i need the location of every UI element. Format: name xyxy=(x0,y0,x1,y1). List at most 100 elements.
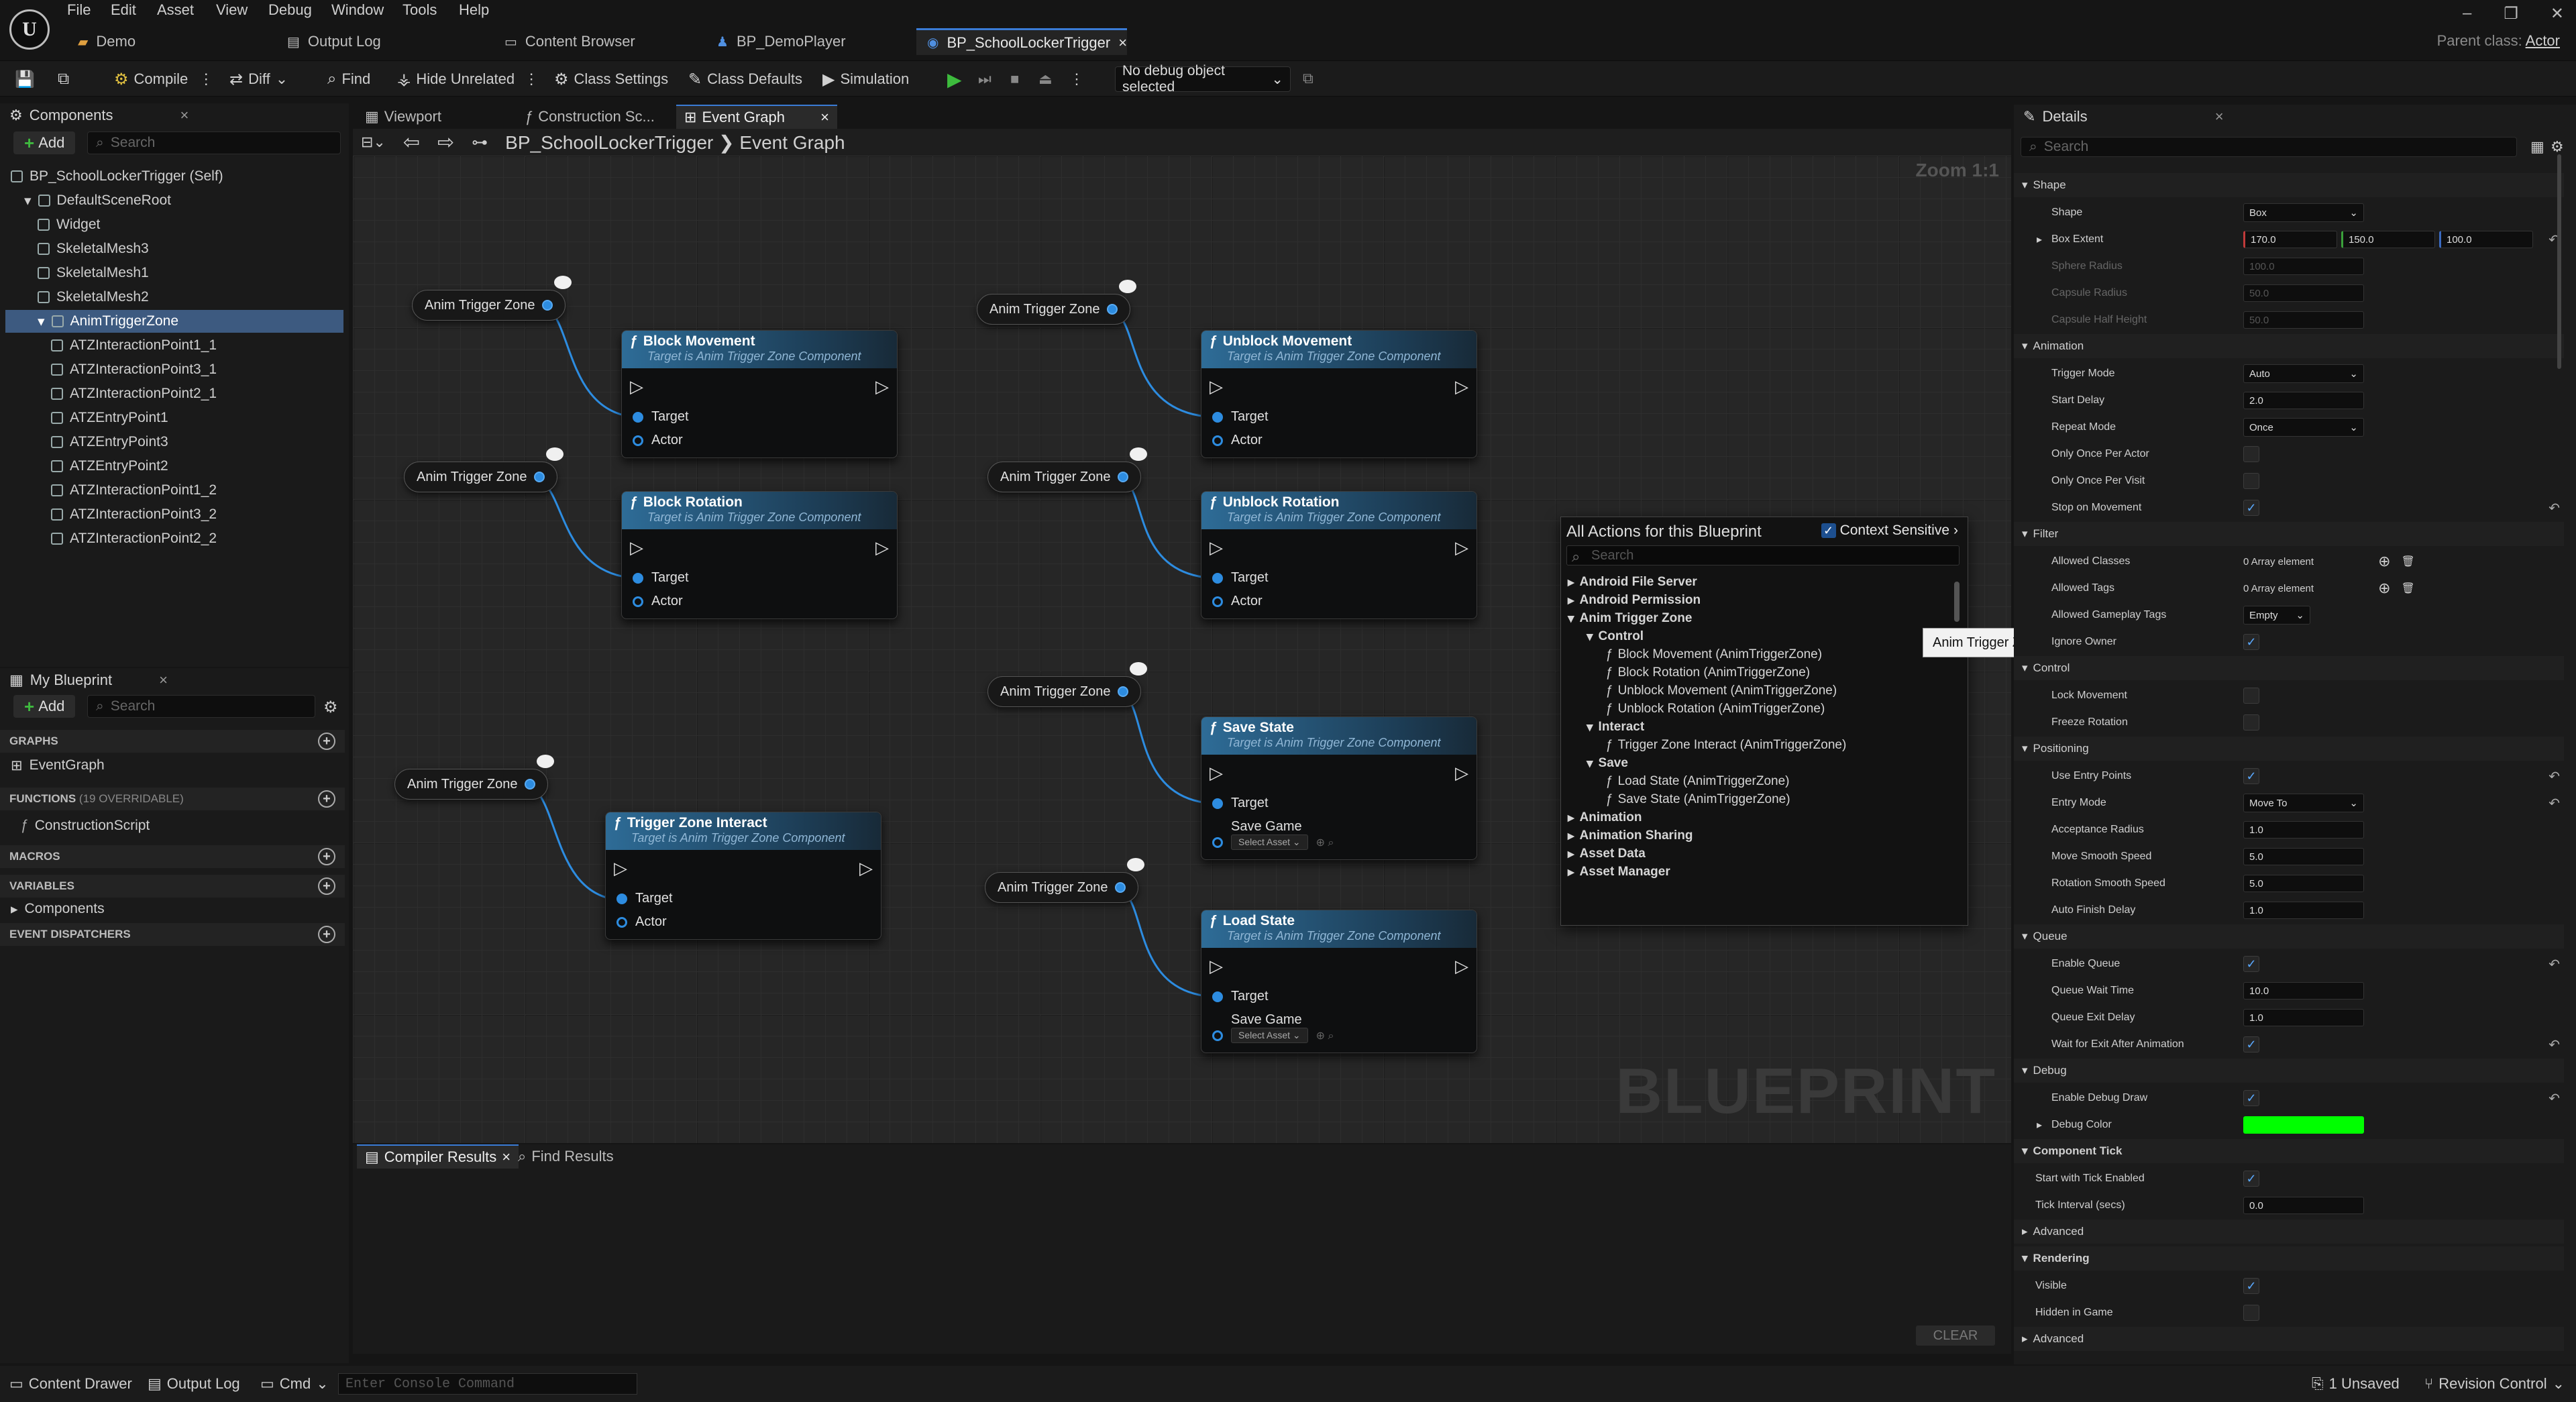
advanced-expander[interactable]: ▸ Advanced xyxy=(2014,1220,2564,1244)
unsaved-button[interactable]: ⎘ 1 Unsaved xyxy=(2312,1375,2400,1393)
exec-out-pin-icon[interactable]: ▷ xyxy=(875,376,889,397)
menu-view[interactable]: View xyxy=(216,1,248,19)
block-movement-node[interactable]: ƒ Block Movement Target is Anim Trigger Zo… xyxy=(621,330,898,458)
property-dropdown[interactable]: Once ⌄ xyxy=(2243,418,2364,437)
action-item[interactable]: ƒ Load State (AnimTriggerZone) xyxy=(1605,773,1790,790)
target-pin-row[interactable]: Target xyxy=(1201,405,1477,429)
select-asset-dropdown[interactable]: Select Asset ⌄ xyxy=(1231,834,1308,850)
component-tree-item[interactable]: ATZInteractionPoint1_2 xyxy=(5,479,343,502)
load-state-node[interactable]: ƒ Load State Target is Anim Trigger Zone C… xyxy=(1201,910,1477,1053)
anim-trigger-zone-node[interactable]: Anim Trigger Zone xyxy=(412,276,572,321)
component-tree-item[interactable]: Widget xyxy=(5,213,343,236)
anim-trigger-zone-node[interactable]: Anim Trigger Zone xyxy=(977,280,1136,325)
property-input[interactable]: 1.0 xyxy=(2243,902,2364,919)
components-category[interactable]: ▸ Components xyxy=(11,898,105,920)
actions-search-input[interactable]: Search xyxy=(1566,545,1960,565)
options-icon[interactable]: ⋮ xyxy=(524,70,539,88)
doc-tab-content-browser[interactable]: ▭ Content Browser xyxy=(494,28,646,55)
menu-edit[interactable]: Edit xyxy=(111,1,136,19)
details-section[interactable]: ▾ Control xyxy=(2014,656,2564,680)
close-icon[interactable]: × xyxy=(820,109,829,126)
menu-help[interactable]: Help xyxy=(459,1,489,19)
menu-window[interactable]: Window xyxy=(331,1,384,19)
exec-in-pin-icon[interactable]: ▷ xyxy=(630,376,643,397)
property-input[interactable]: 1.0 xyxy=(2243,1009,2364,1026)
details-section[interactable]: ▾ Shape xyxy=(2014,173,2564,197)
component-tree-item[interactable]: ATZInteractionPoint2_2 xyxy=(5,527,343,550)
back-arrow-icon[interactable]: ⇦ xyxy=(403,131,420,154)
action-category[interactable]: ▸ Android Permission xyxy=(1568,592,1701,609)
add-element-icon[interactable]: ⊕ xyxy=(2378,553,2390,570)
action-category[interactable]: ▸ Animation Sharing xyxy=(1568,827,1693,845)
action-category[interactable]: ▾ Save xyxy=(1587,755,1628,772)
details-section[interactable]: ▾ Queue xyxy=(2014,924,2564,949)
chevron-right-icon[interactable]: ▸ xyxy=(2037,233,2042,246)
details-scrollbar[interactable] xyxy=(2557,154,2561,369)
property-checkbox[interactable]: ✓ xyxy=(2243,1090,2259,1106)
menu-asset[interactable]: Asset xyxy=(157,1,194,19)
property-input[interactable]: 50.0 xyxy=(2243,284,2364,302)
save-button[interactable]: 💾 xyxy=(15,68,35,91)
exec-out-pin-icon[interactable]: ▷ xyxy=(1455,763,1468,784)
find-button[interactable]: ⌕ Find xyxy=(327,68,370,91)
unreal-logo-icon[interactable]: U xyxy=(9,9,50,50)
exec-out-pin-icon[interactable]: ▷ xyxy=(1455,376,1468,397)
play-options-button[interactable]: ⋮ xyxy=(1069,68,1084,91)
close-window-icon[interactable]: ✕ xyxy=(2551,4,2564,23)
output-log-button[interactable]: ▤ Output Log xyxy=(148,1375,240,1393)
anim-trigger-zone-node[interactable]: Anim Trigger Zone xyxy=(985,858,1144,903)
doc-tab-demo[interactable]: ▰ Demo xyxy=(67,28,146,55)
property-checkbox[interactable] xyxy=(2243,446,2259,462)
close-icon[interactable]: × xyxy=(2215,108,2224,125)
property-input[interactable]: 5.0 xyxy=(2243,875,2364,892)
add-graph-icon[interactable]: + xyxy=(318,733,335,750)
components-search-input[interactable]: ⌕ Search xyxy=(87,131,341,154)
step-button[interactable]: ⏭ xyxy=(978,68,991,91)
save-game-asset-row[interactable]: Select Asset ⌄ ⊕ ⌕ xyxy=(1201,834,1477,854)
exec-in-pin-icon[interactable]: ▷ xyxy=(1210,956,1223,977)
macros-section[interactable]: MACROS + xyxy=(0,845,345,868)
save-game-pin-row[interactable]: Save Game xyxy=(1201,1008,1477,1028)
unblock-rotation-node[interactable]: ƒ Unblock Rotation Target is Anim Trigger … xyxy=(1201,491,1477,619)
context-sensitive-toggle[interactable]: ✓ Context Sensitive › xyxy=(1821,523,1958,539)
use-asset-icon[interactable]: ⊕ ⌕ xyxy=(1316,1029,1334,1042)
output-pin[interactable] xyxy=(1117,472,1128,482)
menu-debug[interactable]: Debug xyxy=(268,1,312,19)
details-section[interactable]: ▾ Positioning xyxy=(2014,737,2564,761)
menu-tools[interactable]: Tools xyxy=(402,1,437,19)
reset-to-default-icon[interactable]: ↶ xyxy=(2548,795,2560,812)
settings-gear-icon[interactable]: ⚙ xyxy=(2551,138,2564,156)
details-search-input[interactable]: ⌕ Search xyxy=(2021,137,2517,157)
exec-in-pin-icon[interactable]: ▷ xyxy=(630,537,643,558)
property-input[interactable]: 100.0 xyxy=(2243,258,2364,275)
exec-out-pin-icon[interactable]: ▷ xyxy=(875,537,889,558)
settings-gear-icon[interactable]: ⚙ xyxy=(323,698,338,717)
compile-button[interactable]: ⚙ Compile ⋮ xyxy=(114,68,213,91)
diff-button[interactable]: ⇄ Diff ⌄ xyxy=(229,68,288,91)
exec-out-pin-icon[interactable]: ▷ xyxy=(1455,956,1468,977)
target-pin-row[interactable]: Target xyxy=(1201,566,1477,590)
exec-in-pin-icon[interactable]: ▷ xyxy=(614,858,627,879)
target-pin-row[interactable]: Target xyxy=(1201,792,1477,815)
action-category[interactable]: ▸ Asset Manager xyxy=(1568,863,1670,881)
reset-to-default-icon[interactable]: ↶ xyxy=(2548,500,2560,517)
action-category[interactable]: ▾ Anim Trigger Zone xyxy=(1568,610,1692,627)
variables-section[interactable]: VARIABLES + xyxy=(0,875,345,898)
property-checkbox[interactable]: ✓ xyxy=(2243,1278,2259,1294)
exec-out-pin-icon[interactable]: ▷ xyxy=(859,858,873,879)
target-pin-row[interactable]: Target xyxy=(1201,985,1477,1008)
anim-trigger-zone-node[interactable]: Anim Trigger Zone xyxy=(394,755,554,800)
action-item[interactable]: ƒ Trigger Zone Interact (AnimTriggerZone) xyxy=(1605,737,1846,754)
add-component-button[interactable]: + Add xyxy=(13,131,76,154)
actor-pin-row[interactable]: Actor xyxy=(606,910,881,934)
property-checkbox[interactable] xyxy=(2243,473,2259,489)
component-tree-item[interactable]: ATZEntryPoint2 xyxy=(5,455,343,478)
property-checkbox[interactable] xyxy=(2243,1305,2259,1321)
add-macro-icon[interactable]: + xyxy=(318,848,335,865)
breadcrumb-graph[interactable]: Event Graph xyxy=(739,132,845,153)
property-checkbox[interactable]: ✓ xyxy=(2243,1171,2259,1187)
vector-component-input[interactable]: 100.0 xyxy=(2439,231,2533,248)
exec-in-pin-icon[interactable]: ▷ xyxy=(1210,537,1223,558)
save-game-pin-row[interactable]: Save Game xyxy=(1201,815,1477,834)
block-rotation-node[interactable]: ƒ Block Rotation Target is Anim Trigger Zo… xyxy=(621,491,898,619)
